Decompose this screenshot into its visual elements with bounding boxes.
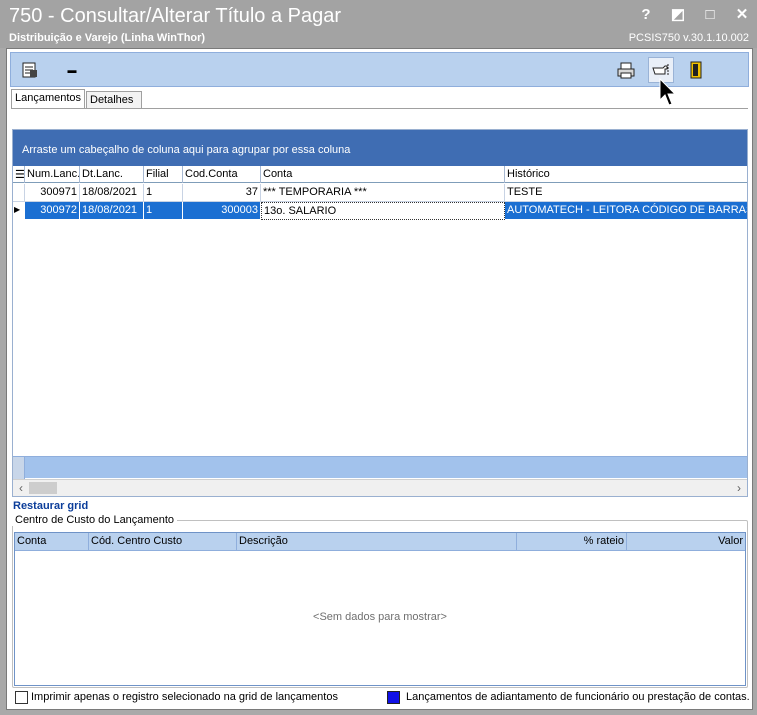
print-button[interactable]	[613, 57, 639, 83]
minus-icon: ▬	[67, 65, 77, 75]
column-num-lanc[interactable]: Num.Lanc.	[25, 166, 80, 183]
column-conta[interactable]: Conta	[261, 166, 505, 183]
bottom-bar: Imprimir apenas o registro selecionado n…	[15, 690, 750, 706]
grid-footer	[13, 456, 747, 479]
table-row-selected[interactable]: ▶ 300972 18/08/2021 1 300003 13o. SALARI…	[13, 202, 747, 220]
main-frame: ▬ Lançamentos Detalhes Arraste um cabeça…	[6, 48, 753, 710]
column-cod-conta[interactable]: Cod.Conta	[183, 166, 261, 183]
close-button[interactable]: ✕	[733, 6, 751, 24]
minus-button[interactable]: ▬	[59, 57, 85, 83]
cost-center-header: Conta Cód. Centro Custo Descrição % rate…	[15, 533, 745, 551]
cell-filial: 1	[144, 202, 183, 220]
window-subtitle: Distribuição e Varejo (Linha WinThor)	[9, 32, 206, 44]
report-icon	[22, 62, 37, 78]
cell-conta: *** TEMPORARIA ***	[261, 184, 505, 202]
column-dt-lanc[interactable]: Dt.Lanc.	[80, 166, 144, 183]
cost-center-legend: Centro de Custo do Lançamento	[12, 514, 177, 526]
footer-indicator	[13, 457, 25, 479]
cell-historico: TESTE	[505, 184, 747, 202]
window-title: 750 - Consultar/Alterar Título a Pagar	[9, 5, 342, 27]
cost-center-group: Conta Cód. Centro Custo Descrição % rate…	[12, 520, 748, 688]
legend-color-swatch	[387, 691, 400, 704]
maximize-button[interactable]: □	[701, 6, 719, 24]
cell-dt-lanc: 18/08/2021	[80, 202, 144, 220]
column-cc-codigo[interactable]: Cód. Centro Custo	[89, 533, 237, 551]
column-cc-conta[interactable]: Conta	[15, 533, 89, 551]
row-indicator	[13, 184, 25, 202]
column-historico[interactable]: Histórico	[505, 166, 747, 183]
hand-pointer-icon	[652, 64, 669, 75]
restore-grid-link[interactable]: Restaurar grid	[13, 500, 88, 512]
group-by-panel[interactable]: Arraste um cabeçalho de coluna aqui para…	[13, 130, 747, 166]
print-selected-checkbox[interactable]	[15, 691, 28, 704]
cell-num-lanc: 300971	[25, 184, 80, 202]
tab-divider	[11, 108, 748, 109]
grid-header: ☰ Num.Lanc. Dt.Lanc. Filial Cod.Conta Co…	[13, 166, 747, 183]
title-bar: 750 - Consultar/Alterar Título a Pagar D…	[0, 0, 757, 48]
report-button[interactable]	[17, 57, 43, 83]
exit-door-icon	[690, 61, 702, 79]
cost-center-grid: Conta Cód. Centro Custo Descrição % rate…	[14, 532, 746, 686]
scroll-thumb[interactable]	[29, 482, 57, 494]
print-selected-label[interactable]: Imprimir apenas o registro selecionado n…	[31, 691, 338, 703]
restore-button[interactable]: ◩	[669, 6, 687, 24]
cell-historico: AUTOMATECH - LEITORA CÓDIGO DE BARRAS	[505, 202, 747, 220]
row-pointer-icon: ▶	[13, 202, 25, 220]
column-cc-rateio[interactable]: % rateio	[517, 533, 627, 551]
printer-icon	[617, 62, 635, 79]
horizontal-scrollbar[interactable]: ‹ ›	[13, 479, 747, 496]
toolbar: ▬	[10, 52, 749, 87]
column-cc-descricao[interactable]: Descrição	[237, 533, 517, 551]
column-chooser-icon[interactable]: ☰	[13, 166, 25, 183]
mouse-cursor-icon	[659, 78, 677, 106]
cell-cod-conta: 300003	[183, 202, 261, 220]
exit-button[interactable]	[683, 57, 709, 83]
empty-state-text: <Sem dados para mostrar>	[313, 611, 447, 623]
scroll-right-icon[interactable]: ›	[731, 480, 747, 496]
lancamentos-grid: Arraste um cabeçalho de coluna aqui para…	[12, 129, 748, 497]
window-controls: ? ◩ □ ✕	[637, 6, 751, 24]
cell-dt-lanc: 18/08/2021	[80, 184, 144, 202]
column-filial[interactable]: Filial	[144, 166, 183, 183]
table-row[interactable]: 300971 18/08/2021 1 37 *** TEMPORARIA **…	[13, 184, 747, 202]
help-button[interactable]: ?	[637, 6, 655, 24]
tab-detalhes[interactable]: Detalhes	[86, 91, 142, 109]
column-cc-valor[interactable]: Valor	[627, 533, 745, 551]
cell-num-lanc: 300972	[25, 202, 80, 220]
legend-label: Lançamentos de adiantamento de funcionár…	[406, 691, 750, 703]
version-label: PCSIS750 v.30.1.10.002	[628, 32, 749, 44]
scroll-left-icon[interactable]: ‹	[13, 480, 29, 496]
cell-cod-conta: 37	[183, 184, 261, 202]
cell-filial: 1	[144, 184, 183, 202]
tab-lancamentos[interactable]: Lançamentos	[11, 89, 85, 109]
cell-conta-focused[interactable]: 13o. SALARIO	[261, 202, 505, 220]
